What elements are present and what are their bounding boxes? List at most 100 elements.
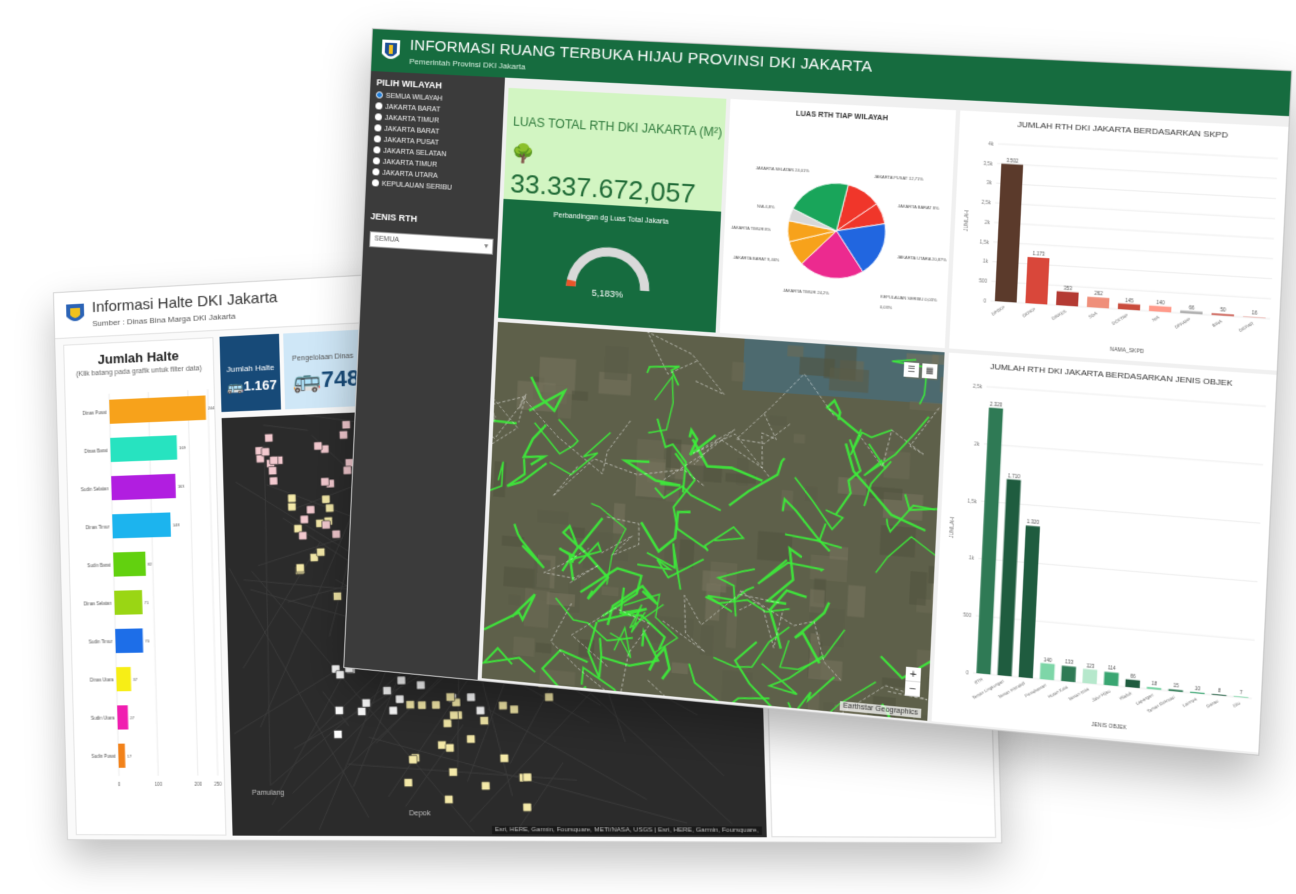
gridline (208, 389, 218, 775)
halte-bar-chart[interactable]: Dinas Pusat 244 Dinas Barat 169 Sudin Selata… (65, 383, 227, 821)
halte-marker[interactable] (322, 521, 331, 529)
halte-marker[interactable] (314, 442, 323, 451)
halte-marker[interactable] (265, 434, 273, 443)
bar[interactable] (1061, 665, 1077, 683)
bar[interactable] (1039, 662, 1055, 681)
bar[interactable] (118, 743, 126, 768)
bar[interactable] (111, 473, 176, 501)
bar[interactable] (1025, 256, 1050, 305)
halte-marker[interactable] (299, 532, 308, 540)
halte-marker[interactable] (383, 686, 392, 694)
zoom-out-button[interactable]: − (904, 681, 921, 698)
halte-marker[interactable] (406, 700, 415, 708)
halte-marker[interactable] (334, 730, 343, 738)
halte-marker[interactable] (446, 693, 455, 701)
halte-marker[interactable] (269, 477, 277, 485)
rth-map-canvas[interactable] (481, 321, 945, 721)
data-label: 66 (1130, 673, 1136, 679)
halte-marker[interactable] (296, 564, 305, 572)
zoom-in-button[interactable]: + (905, 666, 922, 683)
bar[interactable] (1125, 679, 1141, 689)
pie-chart[interactable]: JAKARTA PUSAT 12,71% JAKARTA BARAT 8% JAKA… (720, 124, 955, 344)
data-label: 353 (1064, 285, 1073, 291)
bar[interactable] (1103, 671, 1119, 687)
halte-marker[interactable] (432, 701, 441, 709)
halte-marker[interactable] (449, 768, 458, 776)
halte-marker[interactable] (288, 503, 297, 511)
halte-marker[interactable] (343, 466, 352, 475)
map-texture (846, 584, 866, 618)
halte-marker[interactable] (333, 592, 342, 600)
halte-marker[interactable] (339, 431, 348, 440)
bar[interactable] (1018, 525, 1040, 679)
halte-marker[interactable] (466, 735, 475, 743)
halte-marker[interactable] (545, 693, 554, 702)
halte-marker[interactable] (332, 530, 341, 538)
bar[interactable] (997, 479, 1021, 677)
halte-marker[interactable] (510, 705, 519, 713)
halte-marker[interactable] (270, 456, 278, 464)
halte-marker[interactable] (416, 681, 425, 689)
halte-marker[interactable] (321, 477, 330, 486)
radio-icon (373, 146, 381, 154)
halte-marker[interactable] (261, 448, 269, 456)
halte-marker[interactable] (445, 744, 454, 752)
pie-label: JAKARTA PUSAT 12,71% (874, 174, 924, 182)
halte-marker[interactable] (467, 693, 476, 701)
halte-marker[interactable] (342, 421, 351, 430)
map-road (487, 707, 647, 800)
halte-marker[interactable] (404, 778, 413, 786)
bar[interactable] (115, 628, 144, 654)
legend-icon[interactable]: ☰ (903, 362, 920, 378)
bar[interactable] (110, 435, 178, 463)
bar[interactable] (994, 163, 1024, 303)
halte-marker[interactable] (438, 741, 447, 749)
halte-marker[interactable] (268, 467, 276, 475)
bar[interactable] (109, 395, 207, 424)
bar[interactable] (1086, 296, 1110, 309)
bar[interactable] (976, 407, 1004, 675)
halte-marker[interactable] (481, 782, 490, 790)
halte-marker[interactable] (306, 506, 315, 514)
halte-marker[interactable] (443, 719, 452, 727)
bar[interactable] (116, 666, 132, 692)
halte-marker[interactable] (523, 773, 532, 781)
halte-marker[interactable] (449, 711, 458, 719)
halte-marker[interactable] (317, 548, 326, 556)
map-texture (601, 586, 619, 597)
data-label: 3.502 (1006, 158, 1019, 164)
bar[interactable] (117, 705, 129, 730)
objek-bar-chart[interactable]: 0 500 1k 1,5k 2k 2,5k JUMLAH 2.320 RTH 1.710 Taman… (932, 373, 1276, 748)
halte-marker[interactable] (335, 706, 344, 714)
halte-marker[interactable] (476, 706, 485, 714)
halte-marker[interactable] (389, 706, 398, 714)
skpd-bar-chart[interactable]: 0 500 1k 1,5k 2k 2,5k 3k 3,5k 4k JUMLAH 3.502 DPRKP… (949, 131, 1287, 368)
halte-marker[interactable] (362, 699, 371, 707)
halte-marker[interactable] (409, 755, 418, 763)
basemap-gallery-icon[interactable]: ▦ (921, 363, 938, 379)
halte-marker[interactable] (498, 701, 507, 709)
halte-marker[interactable] (322, 495, 331, 504)
halte-marker[interactable] (523, 803, 532, 811)
halte-marker[interactable] (325, 504, 334, 513)
halte-marker[interactable] (418, 701, 427, 709)
jenis-rth-select[interactable]: SEMUA ▾ (369, 231, 494, 255)
halte-marker[interactable] (300, 515, 309, 523)
halte-marker[interactable] (357, 707, 366, 715)
halte-marker[interactable] (288, 494, 297, 502)
perbandingan-title: Perbandingan dg Luas Total Jakarta (553, 211, 669, 226)
halte-marker[interactable] (444, 795, 453, 803)
halte-marker[interactable] (480, 716, 489, 724)
bar[interactable] (1056, 291, 1079, 307)
bar[interactable] (113, 551, 146, 577)
halte-marker[interactable] (397, 676, 406, 684)
rth-satellite-map[interactable]: ☰ ▦ + − Earthstar Geographics (481, 321, 945, 721)
halte-marker[interactable] (500, 754, 509, 762)
tick-label: 3,5k (983, 161, 993, 167)
bar[interactable] (112, 512, 171, 539)
bar[interactable] (1082, 668, 1098, 685)
halte-marker[interactable] (336, 671, 345, 679)
bar[interactable] (114, 590, 143, 615)
halte-marker[interactable] (395, 695, 404, 703)
wilayah-radio-8[interactable]: KEPULAUAN SERIBU (371, 179, 453, 194)
